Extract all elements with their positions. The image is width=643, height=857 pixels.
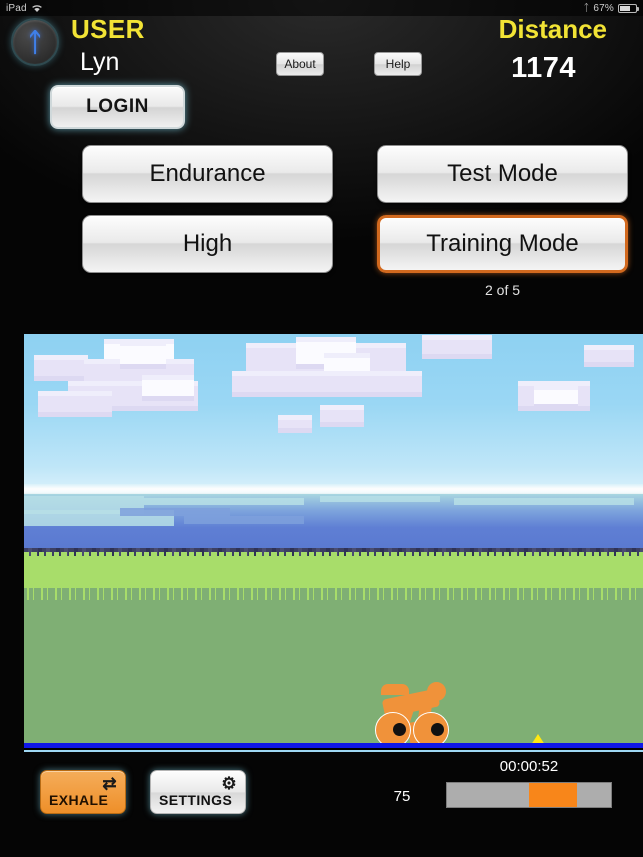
cloud-shape [324, 358, 370, 372]
bluetooth-connect-button[interactable]: ᛏ [11, 18, 59, 66]
status-bar: iPad ᛏ 67% [0, 0, 643, 16]
water-streak [454, 498, 634, 505]
bike-hub-rear [393, 723, 406, 736]
bluetooth-icon: ᛏ [583, 2, 590, 14]
cyclist-avatar [375, 682, 451, 750]
device-label: iPad [6, 2, 27, 14]
wifi-icon [32, 5, 42, 12]
training-mode-button[interactable]: Training Mode [377, 215, 628, 273]
cloud-shape [142, 380, 194, 396]
progress-segment-active [529, 783, 577, 807]
cloud-shape [584, 350, 634, 362]
cloud-shape [232, 376, 422, 392]
user-name: Lyn [80, 48, 120, 76]
test-mode-button[interactable]: Test Mode [377, 145, 628, 203]
water-streak [320, 496, 440, 502]
about-button[interactable]: About [276, 52, 324, 76]
gear-icon: ⚙ [221, 774, 237, 793]
exhale-button[interactable]: EXHALE ⇄ [40, 770, 126, 814]
water-layer [24, 494, 643, 550]
bike-hub-front [431, 723, 444, 736]
status-bar-right: ᛏ 67% [583, 2, 639, 14]
distance-value: 1174 [511, 52, 576, 84]
login-button[interactable]: LOGIN [50, 85, 185, 129]
settings-button[interactable]: SETTINGS ⚙ [150, 770, 246, 814]
distance-label: Distance [498, 14, 607, 44]
cyclist-helmet [381, 684, 409, 695]
field-layer [24, 600, 643, 746]
high-button[interactable]: High [82, 215, 333, 273]
game-scene[interactable] [24, 334, 643, 752]
session-timer: 00:00:52 [499, 758, 559, 775]
road-line [24, 743, 643, 750]
bluetooth-icon: ᛏ [27, 27, 43, 57]
cloud-shape [534, 390, 578, 404]
status-bar-left: iPad [6, 3, 43, 14]
endurance-button[interactable]: Endurance [82, 145, 333, 203]
page-count-label: 2 of 5 [484, 282, 521, 298]
exhale-label: EXHALE [49, 792, 109, 808]
user-label: USER [71, 14, 145, 44]
cloud-shape [34, 360, 88, 376]
help-button[interactable]: Help [374, 52, 422, 76]
progress-segment-remaining [576, 783, 611, 807]
shuffle-icon: ⇄ [102, 774, 117, 793]
battery-icon [618, 3, 639, 13]
progress-bar[interactable] [446, 782, 612, 808]
progress-segment-elapsed [447, 783, 529, 807]
cloud-shape [38, 396, 112, 412]
settings-label: SETTINGS [159, 792, 233, 808]
rep-count: 75 [393, 788, 411, 805]
water-streak [184, 516, 304, 524]
cloud-shape [422, 340, 492, 354]
cloud-shape [320, 410, 364, 422]
app-root: iPad ᛏ 67% ᛏ USER Lyn LOGIN About Help D… [0, 0, 643, 857]
cloud-shape [120, 346, 166, 364]
cloud-shape [278, 420, 312, 428]
battery-percent: 67% [593, 2, 614, 14]
water-streak [144, 498, 304, 505]
water-streak [120, 508, 230, 516]
